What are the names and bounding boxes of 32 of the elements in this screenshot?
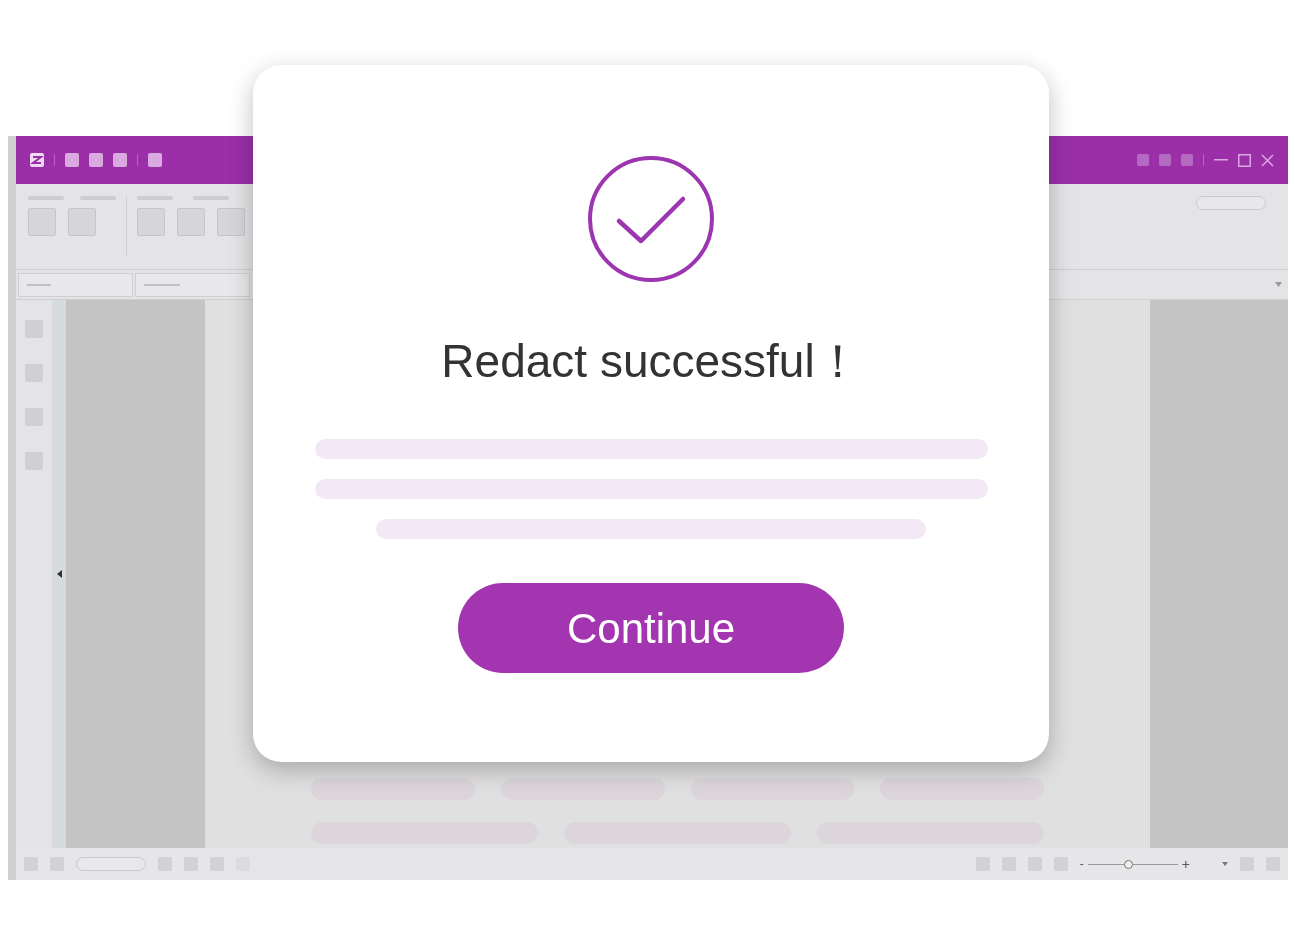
- toolbar-icon[interactable]: [217, 208, 245, 236]
- toolbar-icon[interactable]: [148, 153, 162, 167]
- dropdown-icon[interactable]: [1222, 862, 1228, 866]
- maximize-icon[interactable]: [1238, 153, 1251, 167]
- slider-thumb[interactable]: [1124, 859, 1134, 869]
- toolbar-icon[interactable]: [137, 208, 165, 236]
- close-icon[interactable]: [1261, 153, 1274, 167]
- dropdown-icon[interactable]: [1275, 282, 1282, 287]
- checkmark-circle-icon: [587, 155, 715, 283]
- collapse-arrow-icon[interactable]: [56, 570, 62, 578]
- toolbar-icon[interactable]: [1137, 154, 1149, 166]
- toolbar-icon[interactable]: [177, 208, 205, 236]
- toolbar-icon[interactable]: [89, 153, 103, 167]
- toolbar-icon[interactable]: [113, 153, 127, 167]
- document-tab[interactable]: [18, 272, 133, 297]
- document-tab[interactable]: [135, 272, 250, 297]
- toolbar-icon[interactable]: [1181, 154, 1193, 166]
- continue-button[interactable]: Continue: [458, 583, 844, 673]
- minimize-icon[interactable]: [1214, 159, 1228, 161]
- toolbar-icon[interactable]: [1159, 154, 1171, 166]
- placeholder-line: [27, 283, 51, 286]
- zoom-out-label[interactable]: -: [1079, 858, 1084, 870]
- search-field[interactable]: [1196, 196, 1266, 210]
- toolbar-icon[interactable]: [65, 153, 79, 167]
- toolbar-icon[interactable]: [28, 208, 56, 236]
- placeholder-line: [144, 283, 180, 286]
- dialog-title: Redact successful！: [441, 334, 861, 389]
- zoom-in-label[interactable]: +: [1181, 858, 1190, 870]
- page-field[interactable]: [76, 857, 146, 871]
- zoom-slider[interactable]: - +: [1079, 858, 1190, 870]
- toolbar-icon[interactable]: [68, 208, 96, 236]
- app-logo-icon: [30, 153, 44, 167]
